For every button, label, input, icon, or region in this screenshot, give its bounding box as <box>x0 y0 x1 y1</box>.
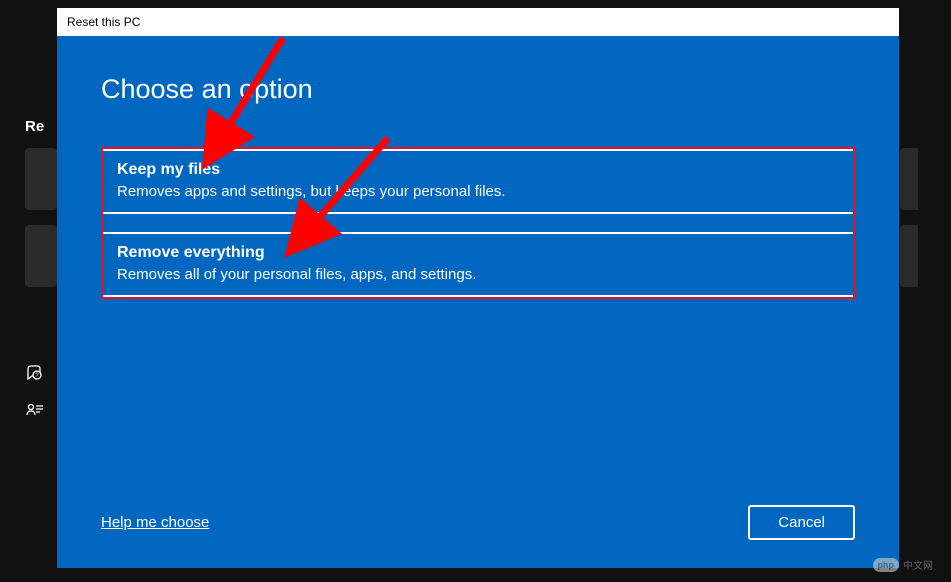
option-description: Removes apps and settings, but keeps you… <box>117 183 839 200</box>
dialog-title: Reset this PC <box>67 15 140 29</box>
option-title: Keep my files <box>117 161 839 179</box>
option-remove-everything[interactable]: Remove everything Removes all of your pe… <box>103 232 853 297</box>
options-highlight-box: Keep my files Removes apps and settings,… <box>101 147 855 299</box>
dialog-heading: Choose an option <box>101 74 855 105</box>
help-me-choose-link[interactable]: Help me choose <box>101 514 209 531</box>
option-title: Remove everything <box>117 244 839 262</box>
dialog-body: Choose an option Keep my files Removes a… <box>57 36 899 568</box>
option-description: Removes all of your personal files, apps… <box>117 266 839 283</box>
background-section-label: Re <box>25 118 44 135</box>
dialog-footer: Help me choose Cancel <box>101 505 855 540</box>
get-help-icon[interactable]: ? <box>25 362 45 382</box>
cancel-button[interactable]: Cancel <box>748 505 855 540</box>
reset-pc-dialog: Reset this PC Choose an option Keep my f… <box>57 8 899 568</box>
background-row <box>900 225 918 287</box>
background-row <box>900 148 918 210</box>
watermark: php 中文网 <box>873 557 934 572</box>
background-row <box>25 148 57 210</box>
watermark-text: 中文网 <box>903 557 933 572</box>
watermark-badge: php <box>873 558 900 572</box>
background-row <box>25 225 57 287</box>
option-keep-my-files[interactable]: Keep my files Removes apps and settings,… <box>103 149 853 214</box>
dialog-titlebar: Reset this PC <box>57 8 899 36</box>
give-feedback-icon[interactable] <box>25 402 45 422</box>
